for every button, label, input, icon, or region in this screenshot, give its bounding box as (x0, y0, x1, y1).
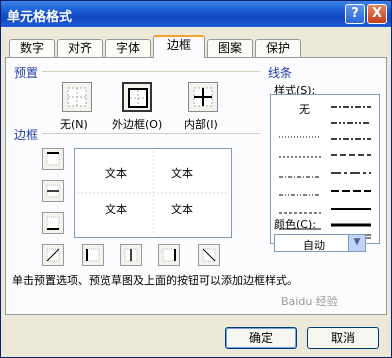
border-tab-panel: 预置 无(N) 外边框(O) 内部(I) 边框 文本 文本 文本 文本 线条 样… (5, 57, 387, 315)
help-button[interactable]: ? (345, 4, 365, 24)
preset-inside-button[interactable] (188, 82, 218, 112)
preview-text-2: 文本 (171, 167, 193, 180)
inside-horizontal-border-icon (46, 184, 60, 198)
border-divider (42, 133, 260, 134)
hint-text: 单击预置选项、预览草图及上面的按钮可以添加边框样式。 (12, 274, 298, 287)
left-border-icon (86, 248, 100, 262)
preview-grid (77, 151, 229, 235)
preview-text-4: 文本 (171, 203, 193, 216)
outline-border-icon (128, 88, 148, 108)
preset-none-button[interactable] (62, 82, 92, 112)
cancel-button[interactable]: 取消 (307, 327, 379, 349)
chevron-down-icon[interactable]: ▼ (348, 235, 365, 251)
preset-outline-button[interactable] (122, 82, 152, 112)
preset-inside-label: 内部(I) (184, 118, 218, 131)
preset-divider (42, 71, 260, 72)
format-cells-dialog: 单元格格式 ? X 数字 对齐 字体 边框 图案 保护 预置 无(N) 外边框(… (0, 0, 392, 358)
tab-alignment[interactable]: 对齐 (57, 39, 103, 57)
border-diagonal-down-button[interactable] (198, 244, 220, 266)
preview-text-1: 文本 (105, 167, 127, 180)
line-section-label: 线条 (268, 66, 293, 80)
border-top-button[interactable] (42, 148, 64, 170)
inside-vertical-border-icon (124, 248, 138, 262)
line-color-value: 自动 (303, 239, 325, 252)
line-color-select[interactable]: 自动 ▼ (274, 234, 366, 252)
right-border-icon (162, 248, 176, 262)
preset-outline-label: 外边框(O) (112, 118, 163, 131)
watermark: Baidu 经验 (281, 295, 338, 308)
preset-section-label: 预置 (14, 66, 39, 80)
border-left-button[interactable] (82, 244, 104, 266)
diagonal-down-icon (202, 248, 216, 262)
preview-text-3: 文本 (105, 203, 127, 216)
window-title: 单元格格式 (7, 10, 73, 25)
border-bottom-button[interactable] (42, 212, 64, 234)
line-color-label: 颜色(C): (274, 218, 316, 231)
ok-button[interactable]: 确定 (225, 327, 297, 349)
border-middle-horizontal-button[interactable] (42, 180, 64, 202)
border-right-button[interactable] (158, 244, 180, 266)
close-button[interactable]: X (367, 4, 387, 24)
diagonal-up-icon (46, 248, 60, 262)
bottom-border-icon (46, 216, 60, 230)
top-border-icon (46, 152, 60, 166)
tab-border[interactable]: 边框 (153, 35, 205, 58)
tab-patterns[interactable]: 图案 (207, 39, 253, 57)
tab-protection[interactable]: 保护 (255, 39, 301, 57)
border-section-label: 边框 (14, 128, 39, 142)
tab-number[interactable]: 数字 (9, 39, 55, 57)
title-bar: 单元格格式 ? X (1, 1, 391, 27)
border-middle-vertical-button[interactable] (120, 244, 142, 266)
preset-none-label: 无(N) (60, 118, 88, 131)
border-diagonal-up-button[interactable] (42, 244, 64, 266)
inside-border-icon (193, 87, 213, 107)
no-border-icon (67, 87, 87, 107)
tab-font[interactable]: 字体 (105, 39, 151, 57)
border-preview[interactable]: 文本 文本 文本 文本 (74, 148, 232, 238)
